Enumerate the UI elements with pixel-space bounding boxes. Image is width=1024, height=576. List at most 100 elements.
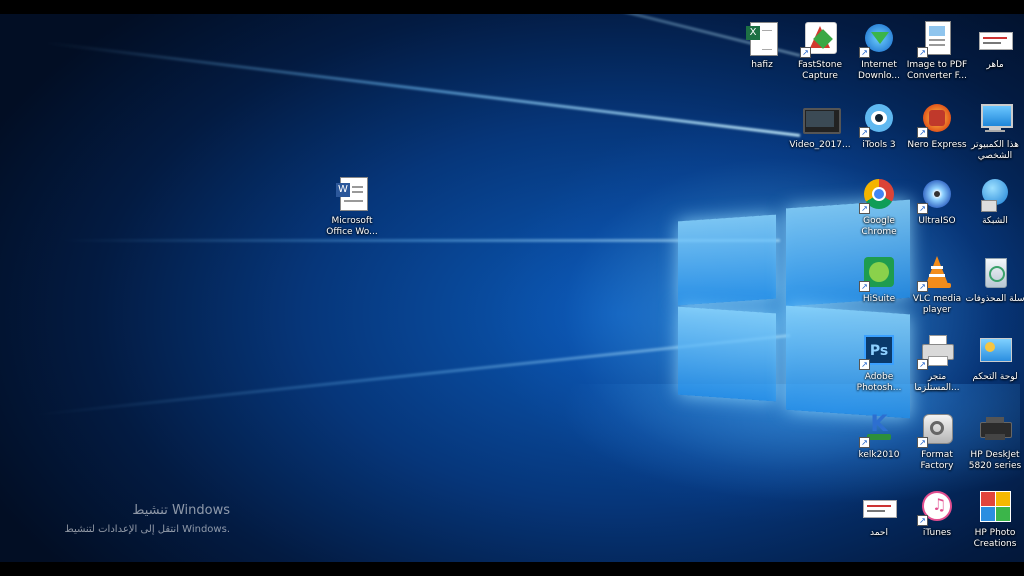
icon-label: Adobe Photosh... (856, 372, 902, 393)
icon-label: لوحة التحكم (972, 372, 1018, 382)
desktop-icon-idm[interactable]: ↗ Internet Downlo... (848, 20, 910, 82)
printer-icon: ↗ (917, 332, 955, 370)
light-beam (60, 239, 780, 242)
desktop-icon-ultraiso[interactable]: ↗ UltraISO (906, 176, 968, 227)
icon-label: HP DeskJet 5820 series (968, 450, 1022, 471)
screen: X hafiz ↗ FastStone Capture ↗ Internet D… (0, 0, 1024, 576)
itunes-icon: ♫ ↗ (917, 488, 955, 526)
desktop-icon-hp-deskjet[interactable]: HP DeskJet 5820 series (964, 410, 1024, 472)
recycle-bin-icon (977, 254, 1013, 290)
icon-label: Microsoft Office Wo... (326, 216, 378, 237)
icon-label: متجر المستلزما... (914, 372, 960, 393)
word-document-icon: W (334, 176, 370, 212)
shortcut-arrow-icon: ↗ (917, 47, 928, 58)
desktop-icon-itools[interactable]: ↗ iTools 3 (848, 100, 910, 151)
desktop-icon-hisuite[interactable]: ↗ HiSuite (848, 254, 910, 305)
light-beam (120, 14, 801, 57)
desktop-icon-maher[interactable]: ماهر (964, 20, 1024, 71)
icon-label: سلة المحذوفات (965, 294, 1024, 304)
icon-label: Google Chrome (861, 216, 897, 237)
icon-label: ماهر (986, 60, 1004, 70)
activation-title: تنشيط Windows (132, 503, 230, 518)
format-factory-icon: ↗ (917, 410, 955, 448)
control-panel-icon (977, 332, 1013, 368)
ultraiso-icon: ↗ (917, 176, 955, 214)
letterbox-top (0, 0, 1024, 14)
shortcut-arrow-icon: ↗ (859, 281, 870, 292)
icon-label: VLC media player (912, 294, 962, 315)
icon-label: الشبكة (982, 216, 1008, 226)
printer-icon (977, 410, 1013, 446)
computer-icon (977, 100, 1013, 136)
shortcut-arrow-icon: ↗ (800, 47, 811, 58)
shortcut-arrow-icon: ↗ (859, 203, 870, 214)
icon-label: iTools 3 (862, 140, 896, 150)
faststone-capture-icon: ↗ (800, 20, 838, 58)
image-file-icon (861, 488, 897, 524)
icon-label: Internet Downlo... (858, 60, 900, 81)
icon-label: Nero Express (907, 140, 967, 150)
google-chrome-icon: ↗ (859, 176, 897, 214)
desktop-icon-network[interactable]: الشبكة (964, 176, 1024, 227)
shortcut-arrow-icon: ↗ (859, 437, 870, 448)
desktop-icon-chrome[interactable]: ↗ Google Chrome (848, 176, 910, 238)
desktop-wallpaper[interactable]: X hafiz ↗ FastStone Capture ↗ Internet D… (0, 14, 1024, 562)
shortcut-arrow-icon: ↗ (859, 359, 870, 370)
icon-label: kelk2010 (858, 450, 900, 460)
hp-photo-creations-icon (977, 488, 1013, 524)
shortcut-arrow-icon: ↗ (917, 281, 928, 292)
icon-label: Format Factory (920, 450, 954, 471)
icon-label: FastStone Capture (797, 60, 843, 81)
icon-label: iTunes (922, 528, 952, 538)
icon-label: HP Photo Creations (973, 528, 1017, 549)
desktop-icon-vlc[interactable]: ↗ VLC media player (906, 254, 968, 316)
nero-express-icon: ↗ (917, 100, 955, 138)
windows-activation-watermark: تنشيط Windows انتقل إلى الإعدادات لتنشيط… (50, 503, 230, 537)
vlc-cone-icon: ↗ (917, 254, 955, 292)
activation-subtitle: انتقل إلى الإعدادات لتنشيط Windows. (64, 524, 230, 535)
windows-logo-pane (678, 214, 776, 306)
itools-icon: ↗ (859, 100, 897, 138)
desktop-icon-ahmed[interactable]: احمد (848, 488, 910, 539)
adobe-photoshop-icon: Ps ↗ (859, 332, 897, 370)
desktop-icon-recycle-bin[interactable]: سلة المحذوفات (964, 254, 1024, 305)
desktop-icon-faststone[interactable]: ↗ FastStone Capture (789, 20, 851, 82)
shortcut-arrow-icon: ↗ (917, 203, 928, 214)
icon-label: Video_2017... (789, 140, 851, 150)
kelk-icon: K ↗ (859, 410, 897, 448)
icon-label: HiSuite (862, 294, 896, 304)
desktop-icon-printer-store[interactable]: ↗ متجر المستلزما... (906, 332, 968, 394)
desktop-icon-video[interactable]: Video_2017... (789, 100, 851, 151)
desktop-icon-photoshop[interactable]: Ps ↗ Adobe Photosh... (848, 332, 910, 394)
desktop-icon-this-pc[interactable]: هذا الكمبيوتر الشخصي (964, 100, 1024, 162)
shortcut-arrow-icon: ↗ (859, 127, 870, 138)
icon-label: UltraISO (918, 216, 956, 226)
icon-label: Image to PDF Converter F... (906, 60, 968, 81)
icon-label: احمد (870, 528, 888, 538)
excel-file-icon: X (744, 20, 780, 56)
desktop-icon-hp-photo[interactable]: HP Photo Creations (964, 488, 1024, 550)
desktop-icon-word[interactable]: W Microsoft Office Wo... (321, 176, 383, 238)
internet-download-manager-icon: ↗ (859, 20, 897, 58)
windows-logo-pane (678, 306, 776, 402)
desktop-icon-image-to-pdf[interactable]: ↗ Image to PDF Converter F... (906, 20, 968, 82)
shortcut-arrow-icon: ↗ (917, 359, 928, 370)
shortcut-arrow-icon: ↗ (917, 515, 928, 526)
light-beam (45, 41, 801, 137)
desktop-icon-format-factory[interactable]: ↗ Format Factory (906, 410, 968, 472)
icon-label: هذا الكمبيوتر الشخصي (971, 140, 1019, 161)
desktop-icon-nero[interactable]: ↗ Nero Express (906, 100, 968, 151)
network-globe-icon (977, 176, 1013, 212)
desktop-icon-kelk[interactable]: K ↗ kelk2010 (848, 410, 910, 461)
desktop-icon-hafiz[interactable]: X hafiz (731, 20, 793, 71)
desktop-icon-itunes[interactable]: ♫ ↗ iTunes (906, 488, 968, 539)
letterbox-bottom (0, 562, 1024, 576)
image-file-icon (977, 20, 1013, 56)
hisuite-icon: ↗ (859, 254, 897, 292)
image-to-pdf-icon: ↗ (917, 20, 955, 58)
shortcut-arrow-icon: ↗ (917, 437, 928, 448)
desktop-icon-control-panel[interactable]: لوحة التحكم (964, 332, 1024, 383)
shortcut-arrow-icon: ↗ (917, 127, 928, 138)
shortcut-arrow-icon: ↗ (859, 47, 870, 58)
video-file-icon (802, 100, 841, 136)
